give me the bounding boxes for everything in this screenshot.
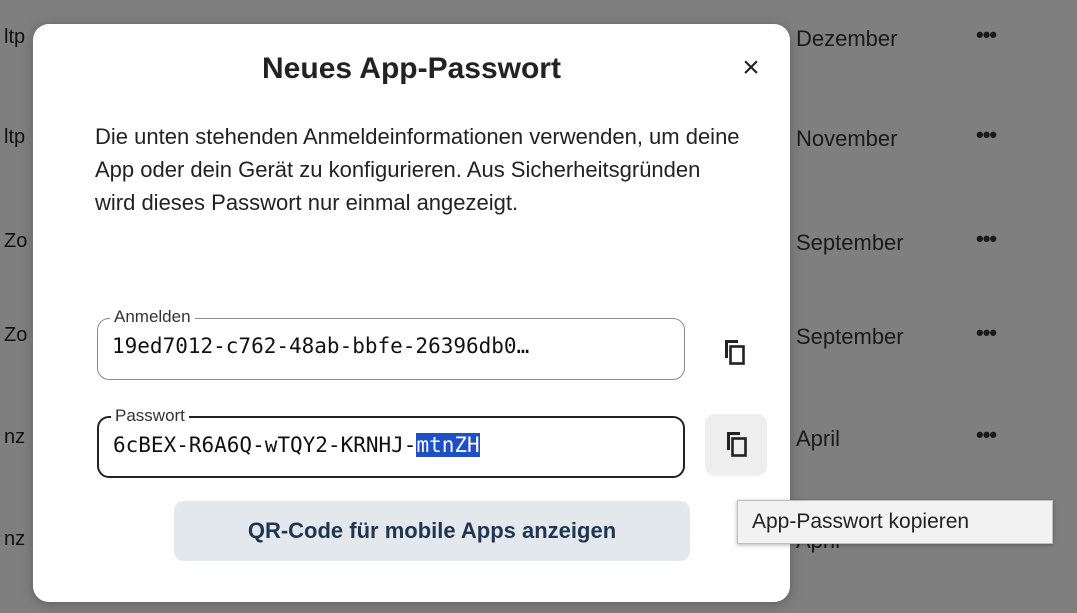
copy-icon (725, 340, 745, 365)
close-icon[interactable]: × (733, 48, 769, 88)
password-selected-text: mtnZH (416, 433, 480, 457)
row-name: Zo (4, 324, 28, 346)
row-date: September (796, 230, 904, 255)
row-date: September (796, 324, 904, 349)
row-date: April (796, 426, 841, 451)
row-name: ltp (4, 126, 26, 148)
show-qr-code-button[interactable]: QR-Code für mobile Apps anzeigen (174, 501, 690, 561)
row-menu-button[interactable]: ••• (976, 320, 997, 346)
login-field[interactable]: Anmelden 19ed7012-c762-48ab-bbfe-26396db… (97, 307, 685, 380)
row-menu-button[interactable]: ••• (976, 22, 997, 48)
dialog-description: Die unten stehenden Anmeldeinformationen… (95, 124, 740, 215)
row-menu-button[interactable]: ••• (976, 226, 997, 252)
copy-password-button[interactable] (705, 414, 767, 476)
row-name: nz (4, 528, 26, 550)
row-date: Dezember (796, 26, 898, 51)
password-field-label: Passwort (111, 406, 189, 426)
password-text: 6cBEX-R6A6Q-wTQY2-KRNHJ- (113, 433, 417, 457)
password-field-value[interactable]: 6cBEX-R6A6Q-wTQY2-KRNHJ-mtnZH (113, 433, 673, 457)
row-name: ltp (4, 26, 26, 48)
row-date: November (796, 126, 898, 151)
password-field[interactable]: Passwort 6cBEX-R6A6Q-wTQY2-KRNHJ-mtnZH (97, 406, 685, 478)
login-field-value[interactable]: 19ed7012-c762-48ab-bbfe-26396db0… (112, 334, 672, 358)
row-name: Zo (4, 230, 28, 252)
copy-login-button[interactable] (703, 322, 765, 384)
copy-icon (727, 432, 747, 457)
app-password-dialog: Neues App-Passwort × Die unten stehenden… (33, 24, 790, 602)
row-menu-button[interactable]: ••• (976, 122, 997, 148)
login-field-label: Anmelden (110, 307, 195, 327)
dialog-title: Neues App-Passwort (262, 52, 561, 85)
copy-password-tooltip: App-Passwort kopieren (737, 500, 1053, 544)
row-name: nz (4, 426, 26, 448)
row-menu-button[interactable]: ••• (976, 422, 997, 448)
